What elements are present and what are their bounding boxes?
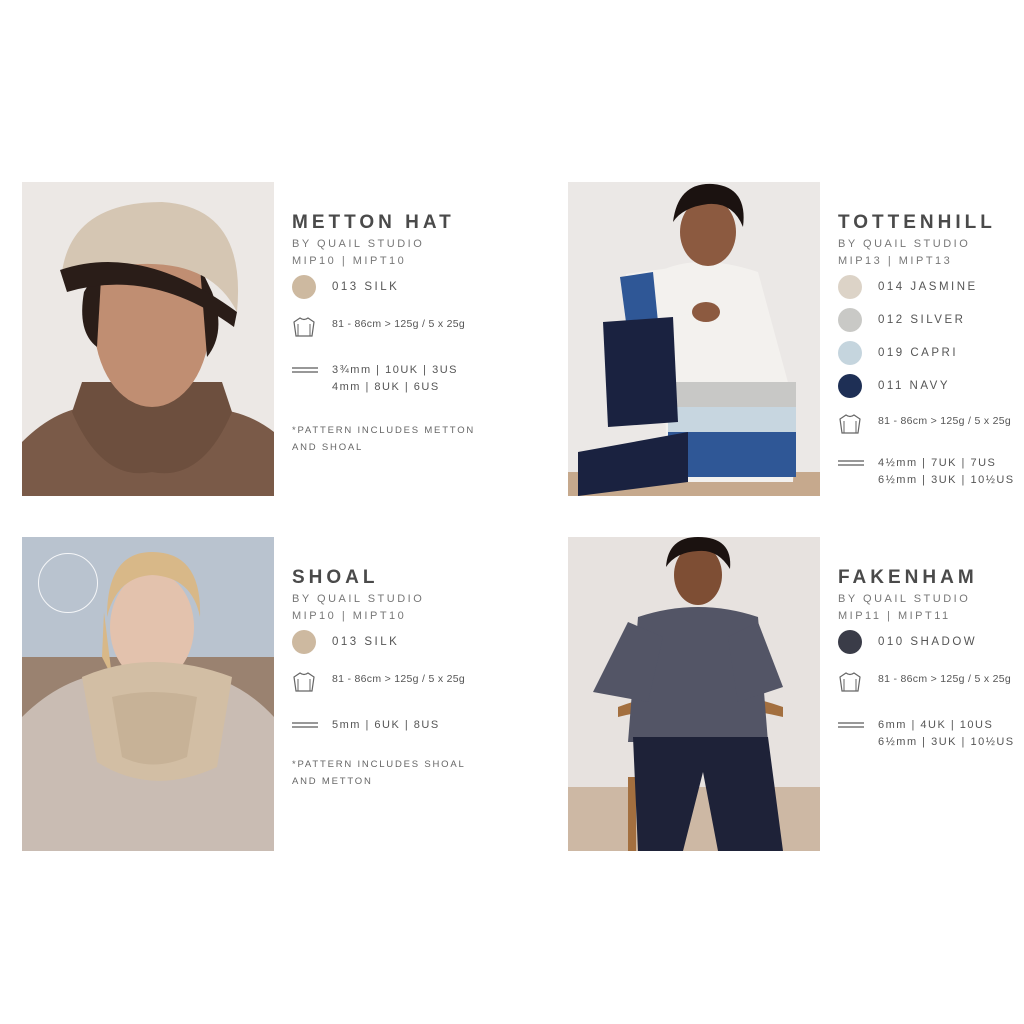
needles-icon (838, 720, 864, 730)
pattern-code: MIP11 | MIPT11 (838, 610, 951, 622)
color-swatch-row: 013 SILK (292, 274, 542, 300)
yarn-swatch-icon (292, 275, 316, 299)
yarn-swatch-icon (838, 275, 862, 299)
tottenhill-photo (568, 182, 820, 496)
needle-size: 6mm | 4UK | 10US (878, 719, 994, 731)
color-swatch-row: 013 SILK (292, 629, 542, 655)
yarn-swatch-icon (838, 341, 862, 365)
needle-size: 3¾mm | 10UK | 3US (332, 364, 458, 376)
color-label: 013 SILK (332, 636, 400, 648)
yarn-swatch-icon (838, 308, 862, 332)
color-swatch-row: 012 SILVER (838, 307, 1024, 333)
size-row: 81 - 86cm > 125g / 5 x 25g (292, 316, 542, 338)
color-label: 011 NAVY (878, 380, 950, 392)
needle-row: 5mm | 6UK | 8US (292, 717, 542, 734)
metton-hat-info: METTON HAT BY QUAIL STUDIO MIP10 | MIPT1… (292, 212, 542, 456)
pattern-title: TOTTENHILL (838, 212, 996, 233)
needle-size: 6½mm | 3UK | 10½US (878, 736, 1015, 748)
color-label: 014 JASMINE (878, 281, 978, 293)
needles-icon (292, 720, 318, 730)
fakenham-info: FAKENHAM BY QUAIL STUDIO MIP11 | MIPT11 … (838, 567, 1024, 751)
yarn-swatch-icon (292, 630, 316, 654)
size-text: 81 - 86cm > 125g / 5 x 25g (878, 415, 1012, 427)
size-text: 81 - 86cm > 125g / 5 x 25g (332, 673, 466, 685)
size-text: 81 - 86cm > 125g / 5 x 25g (878, 673, 1012, 685)
needle-row: 4½mm | 7UK | 7US 6½mm | 3UK | 10½US (838, 455, 1024, 489)
needle-size: 6½mm | 3UK | 10½US (878, 474, 1015, 486)
color-label: 010 SHADOW (878, 636, 978, 648)
sweater-icon (292, 671, 316, 693)
needles-icon (838, 458, 864, 468)
needle-size: 4½mm | 7UK | 7US (878, 457, 997, 469)
sweater-icon (838, 671, 862, 693)
sweater-icon (292, 316, 316, 338)
pattern-title: METTON HAT (292, 212, 455, 233)
color-label: 013 SILK (332, 281, 400, 293)
needle-row: 3¾mm | 10UK | 3US 4mm | 8UK | 6US (292, 362, 542, 396)
pattern-code: MIP13 | MIPT13 (838, 255, 953, 267)
pattern-title: SHOAL (292, 567, 379, 588)
size-row: 81 - 86cm > 125g / 5 x 25g (838, 671, 1024, 693)
needles-icon (292, 365, 318, 375)
size-row: 81 - 86cm > 125g / 5 x 25g (292, 671, 542, 693)
size-text: 81 - 86cm > 125g / 5 x 25g (332, 318, 466, 330)
seamless-badge-icon (38, 553, 98, 613)
designer-line: BY QUAIL STUDIO (292, 593, 425, 605)
pattern-code: MIP10 | MIPT10 (292, 255, 407, 267)
pattern-note: *PATTERN INCLUDES SHOAL AND METTON (292, 759, 466, 787)
color-label: 012 SILVER (878, 314, 966, 326)
designer-line: BY QUAIL STUDIO (292, 238, 425, 250)
color-swatch-row: 019 CAPRI (838, 340, 1024, 366)
needle-size: 5mm | 6UK | 8US (332, 719, 440, 731)
yarn-swatch-icon (838, 374, 862, 398)
color-label: 019 CAPRI (878, 347, 959, 359)
fakenham-photo (568, 537, 820, 851)
needle-row: 6mm | 4UK | 10US 6½mm | 3UK | 10½US (838, 717, 1024, 751)
tottenhill-info: TOTTENHILL BY QUAIL STUDIO MIP13 | MIPT1… (838, 212, 1024, 489)
sweater-icon (838, 413, 862, 435)
designer-line: BY QUAIL STUDIO (838, 238, 971, 250)
metton-hat-photo (22, 182, 274, 496)
pattern-title: FAKENHAM (838, 567, 978, 588)
needle-size: 4mm | 8UK | 6US (332, 381, 440, 393)
color-swatch-row: 010 SHADOW (838, 629, 1024, 655)
yarn-swatch-icon (838, 630, 862, 654)
pattern-note: *PATTERN INCLUDES METTON AND SHOAL (292, 425, 476, 453)
size-row: 81 - 86cm > 125g / 5 x 25g (838, 413, 1024, 435)
designer-line: BY QUAIL STUDIO (838, 593, 971, 605)
color-swatch-row: 011 NAVY (838, 373, 1024, 399)
shoal-info: SHOAL BY QUAIL STUDIO MIP10 | MIPT10 013… (292, 567, 542, 790)
color-swatch-row: 014 JASMINE (838, 274, 1024, 300)
shoal-photo (22, 537, 274, 851)
pattern-code: MIP10 | MIPT10 (292, 610, 407, 622)
